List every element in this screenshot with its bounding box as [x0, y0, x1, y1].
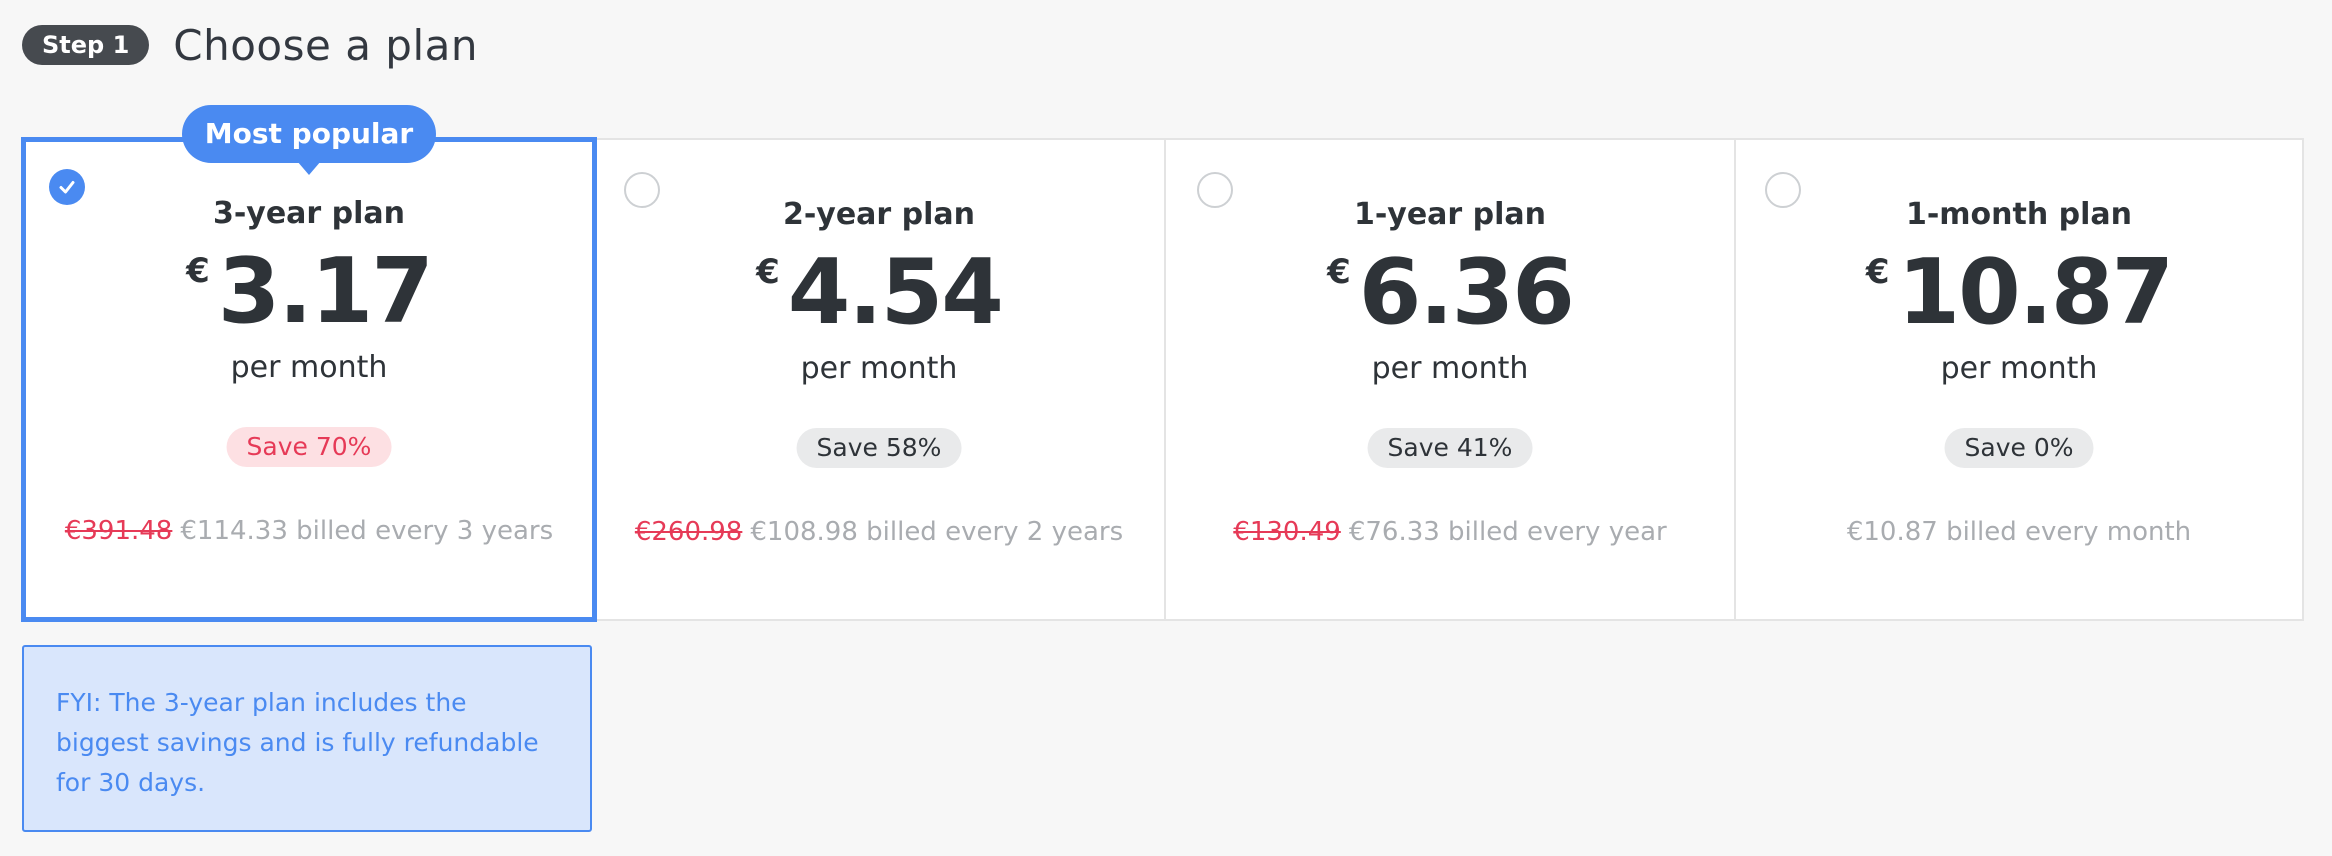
price-period: per month — [1940, 351, 2098, 386]
price-amount: 6.36 — [1358, 240, 1575, 345]
price-amount: 10.87 — [1897, 240, 2174, 345]
billing-text: €108.98 billed every 2 years — [750, 517, 1124, 547]
billing-text: €76.33 billed every year — [1348, 517, 1667, 547]
currency-symbol: € — [186, 251, 210, 291]
billing-text: €114.33 billed every 3 years — [180, 516, 554, 546]
currency-symbol: € — [1865, 252, 1890, 292]
price-amount: 4.54 — [787, 240, 1004, 345]
savings-badge: Save 41% — [1367, 428, 1533, 468]
most-popular-badge: Most popular — [182, 105, 436, 163]
original-price: €130.49 — [1233, 517, 1341, 547]
price-period: per month — [800, 351, 958, 386]
plan-name: 3-year plan — [212, 196, 406, 231]
price-amount: 3.17 — [217, 239, 434, 344]
plan-price: € 10.87 — [1736, 248, 2302, 338]
billing-text: €10.87 billed every month — [1846, 517, 2192, 547]
step-header: Step 1 Choose a plan — [22, 20, 478, 70]
checkmark-icon — [59, 181, 75, 194]
billing-info: €260.98 €108.98 billed every 2 years — [594, 517, 1164, 547]
price-period: per month — [1371, 351, 1529, 386]
plan-name: 1-month plan — [1905, 197, 2133, 232]
original-price: €391.48 — [64, 516, 173, 546]
plan-name: 2-year plan — [782, 197, 976, 232]
savings-badge: Save 0% — [1944, 428, 2094, 468]
plan-card-1-month[interactable]: 1-month plan € 10.87 per month Save 0% €… — [1734, 140, 2302, 619]
plan-card-2-year[interactable]: 2-year plan € 4.54 per month Save 58% €2… — [594, 140, 1164, 619]
savings-badge: Save 70% — [226, 427, 392, 467]
currency-symbol: € — [1327, 252, 1351, 292]
savings-badge: Save 58% — [796, 428, 962, 468]
plan-name: 1-year plan — [1353, 197, 1547, 232]
fyi-text: FYI: The 3-year plan includes the bigges… — [56, 688, 539, 797]
plan-selector: Most popular 3-year plan € 3.17 per mont… — [21, 105, 2304, 622]
billing-info: €130.49 €76.33 billed every year — [1166, 517, 1734, 547]
fyi-info-box: FYI: The 3-year plan includes the bigges… — [22, 645, 592, 832]
step-badge: Step 1 — [22, 25, 150, 65]
plan-price: € 6.36 — [1166, 248, 1734, 338]
price-period: per month — [230, 350, 388, 385]
plan-price: € 3.17 — [26, 247, 592, 337]
plan-card-1-year[interactable]: 1-year plan € 6.36 per month Save 41% €1… — [1164, 140, 1734, 619]
plan-card-3-year[interactable]: Most popular 3-year plan € 3.17 per mont… — [21, 105, 597, 622]
page-title: Choose a plan — [173, 20, 478, 70]
currency-symbol: € — [756, 252, 780, 292]
plan-price: € 4.54 — [594, 248, 1164, 338]
original-price: €260.98 — [634, 517, 743, 547]
billing-info: €391.48 €114.33 billed every 3 years — [26, 516, 592, 546]
billing-info: €10.87 billed every month — [1736, 517, 2302, 547]
